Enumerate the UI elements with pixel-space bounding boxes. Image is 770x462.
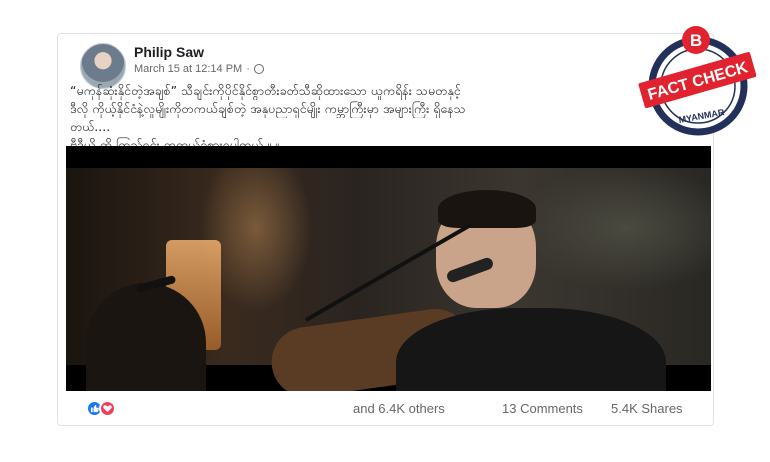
post-line: “မကုန်ဆုံးနိုင်တဲ့အချစ်” သီချင်းကိုပိုင်… <box>70 83 461 98</box>
guitarist-left <box>86 283 206 391</box>
singer-hair <box>438 190 536 228</box>
video-frame <box>66 168 711 391</box>
post-line: ဒီလို ကိုယ့်နိုင်ငံနဲ့လူမျိုးကိုတကယ်ချစ်… <box>70 101 466 116</box>
singer-body <box>396 308 666 391</box>
badge-letter: B <box>690 31 702 50</box>
video-player[interactable] <box>66 146 711 391</box>
dot-separator: · <box>246 63 250 75</box>
post-line: တယ်.... <box>70 119 111 134</box>
shares-count[interactable]: 5.4K Shares <box>611 401 683 416</box>
author-name[interactable]: Philip Saw <box>134 44 204 60</box>
globe-icon <box>253 64 264 74</box>
reactions-count[interactable]: and 6.4K others <box>353 401 445 416</box>
comments-count[interactable]: 13 Comments <box>502 401 583 416</box>
fact-check-badge-logo: B FACT CHECK MYANMAR <box>638 26 756 136</box>
post-timestamp[interactable]: March 15 at 12:14 PM <box>134 63 242 75</box>
post-text: “မကုန်ဆုံးနိုင်တဲ့အချစ်” သီချင်းကိုပိုင်… <box>70 82 645 154</box>
post-meta: March 15 at 12:14 PM · <box>134 63 264 75</box>
love-reaction-icon <box>99 400 116 417</box>
reaction-icons[interactable] <box>86 400 116 417</box>
